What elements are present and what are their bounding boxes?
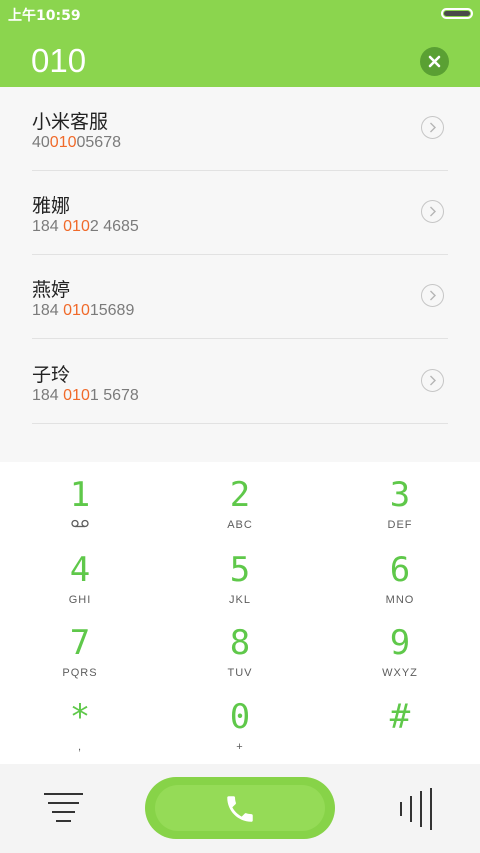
contact-item[interactable]: 小米客服 4001005678 [32, 87, 448, 171]
contact-item[interactable]: 子玲 184 0101 5678 [32, 340, 448, 424]
key-9[interactable]: 9 WXYZ [320, 610, 480, 685]
key-6[interactable]: 6 MNO [320, 537, 480, 612]
key-digit: 4 [69, 550, 91, 590]
key-2[interactable]: 2 ABC [160, 462, 320, 537]
contact-detail-button[interactable] [421, 284, 444, 307]
key-star[interactable]: * , [0, 684, 160, 759]
key-digit: 3 [389, 475, 411, 515]
key-1[interactable]: 1 [0, 462, 160, 537]
dial-number-display[interactable]: 010 [31, 42, 86, 80]
key-7[interactable]: 7 PQRS [0, 610, 160, 685]
key-digit: * [69, 697, 91, 737]
key-letters: GHI [68, 594, 92, 606]
dialer-header: 上午10:59 010 [0, 0, 480, 87]
contact-phone: 4001005678 [32, 134, 121, 151]
contact-name: 小米客服 [32, 111, 109, 133]
contact-detail-button[interactable] [421, 116, 444, 139]
keypad-toggle-icon[interactable] [400, 788, 433, 830]
key-letters: PQRS [62, 667, 98, 679]
phone-match-highlight: 010 [49, 134, 77, 151]
contact-item[interactable]: 燕婷 184 01015689 [32, 255, 448, 339]
contact-name: 雅娜 [32, 195, 71, 217]
contact-item[interactable]: 雅娜 184 0102 4685 [32, 171, 448, 255]
key-letters: WXYZ [382, 667, 418, 679]
contact-phone: 184 0102 4685 [32, 218, 139, 235]
menu-icon[interactable] [44, 792, 83, 824]
key-letters: , [77, 741, 83, 753]
key-digit: 7 [69, 623, 91, 663]
contact-name: 子玲 [32, 364, 71, 386]
dial-keypad: 1 2 ABC 3 DEF 4 GHI 5 JKL 6 MNO 7 PQRS 8… [0, 462, 480, 764]
key-letters: + [236, 741, 244, 753]
call-button[interactable] [145, 777, 335, 839]
key-letters: DEF [387, 519, 413, 531]
chevron-right-icon [430, 290, 436, 301]
voicemail-icon [71, 519, 89, 528]
contact-phone: 184 01015689 [32, 302, 135, 319]
chevron-right-icon [430, 122, 436, 133]
key-3[interactable]: 3 DEF [320, 462, 480, 537]
clear-button[interactable] [420, 47, 449, 76]
bottom-action-bar [0, 764, 480, 853]
phone-match-highlight: 010 [63, 302, 90, 319]
key-digit: 6 [389, 550, 411, 590]
key-digit: 1 [69, 475, 91, 515]
battery-icon [441, 8, 473, 19]
contact-results-list: 小米客服 4001005678 雅娜 184 0102 4685 燕婷 184 … [0, 87, 480, 462]
contact-detail-button[interactable] [421, 200, 444, 223]
key-digit: # [389, 697, 411, 737]
key-hash[interactable]: # [320, 684, 480, 759]
phone-icon [227, 796, 253, 822]
phone-match-highlight: 010 [63, 218, 90, 235]
chevron-right-icon [430, 206, 436, 217]
phone-match-highlight: 010 [63, 387, 90, 404]
key-digit: 5 [229, 550, 251, 590]
key-digit: 8 [229, 623, 251, 663]
key-digit: 9 [389, 623, 411, 663]
key-8[interactable]: 8 TUV [160, 610, 320, 685]
key-0[interactable]: 0 + [160, 684, 320, 759]
key-4[interactable]: 4 GHI [0, 537, 160, 612]
key-letters: ABC [227, 519, 253, 531]
key-digit: 0 [229, 697, 251, 737]
contact-detail-button[interactable] [421, 369, 444, 392]
key-5[interactable]: 5 JKL [160, 537, 320, 612]
key-letters: MNO [385, 594, 415, 606]
clear-icon [428, 55, 441, 68]
key-letters: TUV [227, 667, 253, 679]
contact-name: 燕婷 [32, 279, 71, 301]
status-time: 上午10:59 [8, 8, 81, 24]
key-digit: 2 [229, 475, 251, 515]
contact-phone: 184 0101 5678 [32, 387, 139, 404]
key-letters: JKL [229, 594, 251, 606]
chevron-right-icon [430, 375, 436, 386]
